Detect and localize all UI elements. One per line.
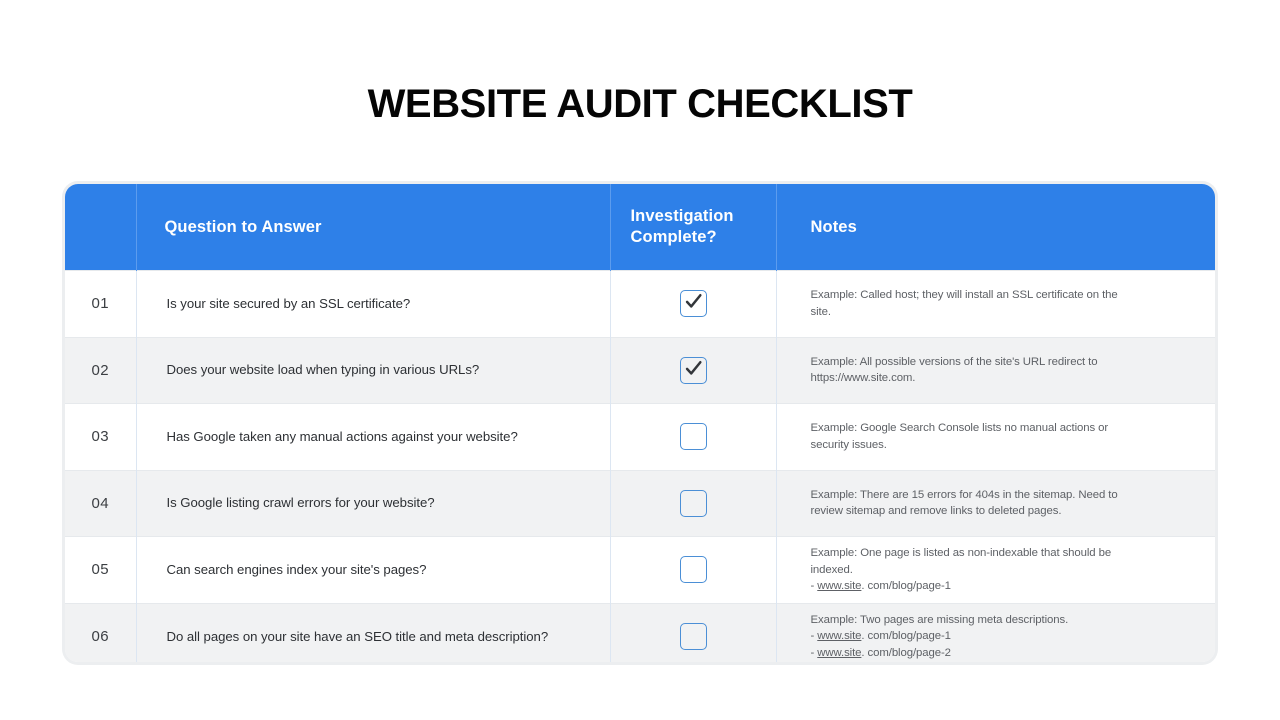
notes-text-line: review sitemap and remove links to delet… bbox=[810, 505, 1062, 518]
notes-url-suffix: . com/blog/page-2 bbox=[861, 646, 951, 659]
check-icon bbox=[685, 294, 702, 308]
row-number: 04 bbox=[65, 469, 137, 537]
notes-text-line: Example: All possible versions of the si… bbox=[810, 355, 1098, 368]
notes-cell: Example: Two pages are missing meta desc… bbox=[776, 602, 1215, 662]
notes-text-line: Example: Called host; they will install … bbox=[810, 289, 1118, 302]
notes-cell: Example: One page is listed as non-index… bbox=[776, 536, 1215, 603]
checklist-card: Question to Answer Investigation Complet… bbox=[62, 181, 1218, 665]
notes-text-line: Example: One page is listed as non-index… bbox=[810, 547, 1112, 559]
audit-checklist-table: Question to Answer Investigation Complet… bbox=[65, 184, 1215, 662]
investigation-complete-cell bbox=[610, 403, 777, 470]
column-header-question: Question to Answer bbox=[136, 184, 611, 271]
notes-url-link[interactable]: www.site bbox=[817, 630, 861, 642]
notes-text-line: https://www.site.com. bbox=[810, 372, 916, 385]
notes-cell: Example: Called host; they will install … bbox=[776, 270, 1215, 337]
column-header-number bbox=[65, 184, 137, 271]
notes-url-suffix: . com/blog/page-1 bbox=[861, 580, 951, 592]
row-number: 02 bbox=[65, 336, 137, 404]
column-header-investigation-line-1: Investigation bbox=[630, 207, 734, 225]
notes-link-line[interactable]: - www.site. com/blog/page-1 bbox=[811, 578, 1196, 595]
investigation-complete-checkbox[interactable] bbox=[679, 489, 707, 517]
investigation-complete-cell bbox=[610, 602, 777, 662]
notes-cell: Example: There are 15 errors for 404s in… bbox=[776, 469, 1215, 537]
column-header-investigation-complete: Investigation Complete? bbox=[610, 184, 777, 271]
question-text: Can search engines index your site's pag… bbox=[136, 536, 611, 603]
investigation-complete-cell bbox=[610, 336, 777, 404]
page-title: WEBSITE AUDIT CHECKLIST bbox=[367, 82, 913, 126]
table-row: 04 Is Google listing crawl errors for you… bbox=[65, 469, 1215, 537]
column-header-notes: Notes bbox=[776, 184, 1215, 271]
investigation-complete-checkbox[interactable] bbox=[679, 556, 707, 584]
notes-url-suffix: . com/blog/page-1 bbox=[861, 630, 951, 643]
investigation-complete-checkbox[interactable] bbox=[679, 290, 707, 318]
notes-link-line[interactable]: - www.site. com/blog/page-1 bbox=[811, 628, 1196, 645]
question-text: Does your website load when typing in va… bbox=[136, 336, 611, 404]
table-header: Question to Answer Investigation Complet… bbox=[65, 184, 1215, 271]
table-row: 03 Has Google taken any manual actions ag… bbox=[65, 403, 1215, 470]
table-row: 06 Do all pages on your site have an SEO … bbox=[65, 602, 1215, 662]
notes-text-line: security issues. bbox=[810, 438, 887, 451]
investigation-complete-cell bbox=[610, 270, 777, 337]
question-text: Is your site secured by an SSL certifica… bbox=[136, 270, 611, 337]
investigation-complete-cell bbox=[610, 536, 777, 603]
investigation-complete-checkbox[interactable] bbox=[679, 356, 707, 384]
table-body: 01 Is your site secured by an SSL certifi… bbox=[65, 270, 1215, 662]
notes-text-line: Example: Two pages are missing meta desc… bbox=[810, 613, 1069, 626]
notes-cell: Example: All possible versions of the si… bbox=[776, 336, 1215, 404]
notes-cell: Example: Google Search Console lists no … bbox=[776, 403, 1215, 470]
notes-url-link[interactable]: www.site bbox=[817, 647, 861, 659]
table-header-row: Question to Answer Investigation Complet… bbox=[65, 184, 1215, 271]
table-row: 05 Can search engines index your site's p… bbox=[65, 536, 1215, 603]
question-text: Do all pages on your site have an SEO ti… bbox=[136, 602, 611, 662]
notes-url-link[interactable]: www.site bbox=[817, 580, 861, 592]
question-text: Has Google taken any manual actions agai… bbox=[136, 403, 611, 470]
table-row: 02 Does your website load when typing in … bbox=[65, 336, 1215, 404]
investigation-complete-checkbox[interactable] bbox=[679, 423, 707, 451]
row-number: 01 bbox=[65, 270, 137, 337]
notes-text-line: Example: There are 15 errors for 404s in… bbox=[810, 488, 1118, 501]
row-number: 05 bbox=[65, 536, 137, 603]
notes-text-line: site. bbox=[810, 305, 831, 318]
notes-text-line: Example: Google Search Console lists no … bbox=[810, 422, 1109, 435]
check-icon bbox=[685, 360, 702, 375]
row-number: 06 bbox=[65, 602, 137, 662]
notes-link-line[interactable]: - www.site. com/blog/page-2 bbox=[811, 645, 1196, 662]
investigation-complete-checkbox[interactable] bbox=[679, 623, 707, 650]
table-row: 01 Is your site secured by an SSL certifi… bbox=[65, 270, 1215, 337]
checklist-card-inner: Question to Answer Investigation Complet… bbox=[65, 184, 1215, 662]
investigation-complete-cell bbox=[610, 469, 777, 537]
notes-text-line: indexed. bbox=[810, 563, 853, 576]
row-number: 03 bbox=[65, 403, 137, 470]
question-text: Is Google listing crawl errors for your … bbox=[136, 469, 611, 537]
column-header-investigation-line-2: Complete? bbox=[630, 228, 717, 246]
